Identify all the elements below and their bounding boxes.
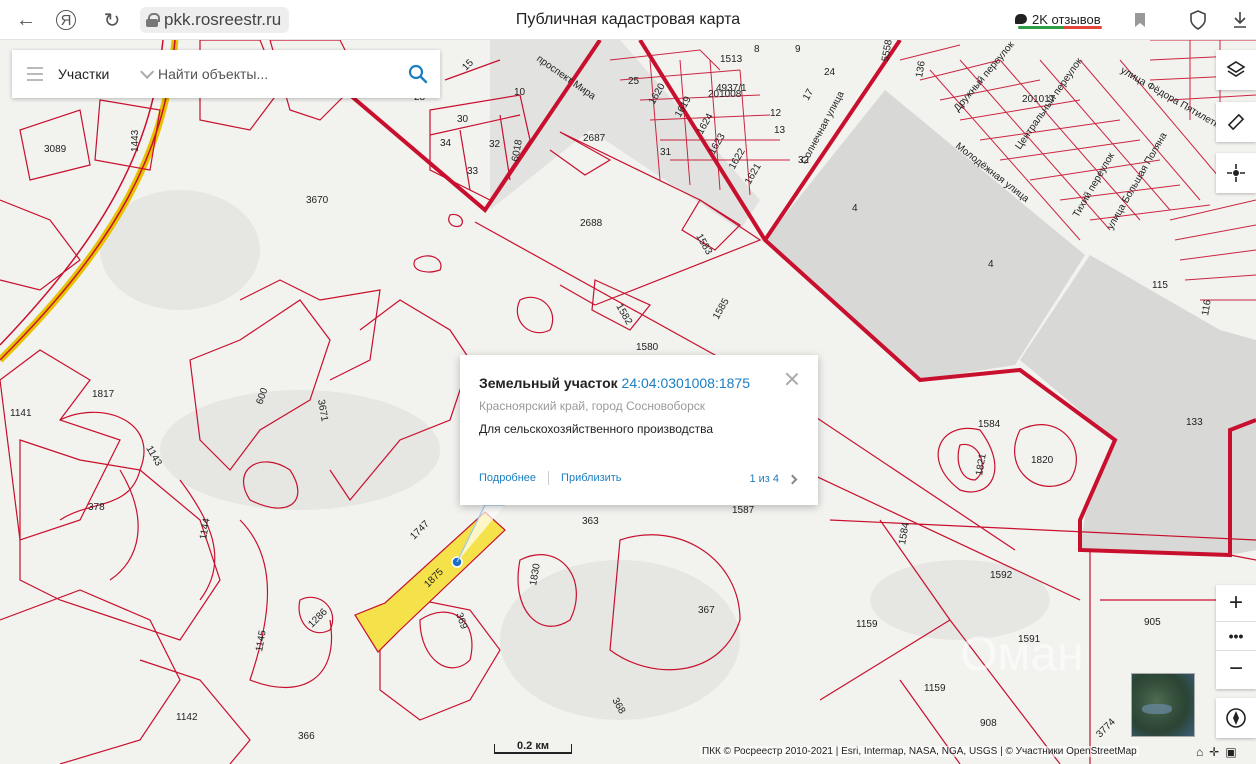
layers-icon [1226,61,1246,77]
measure-button[interactable] [1216,102,1256,142]
svg-text:33: 33 [467,166,479,177]
svg-text:905: 905 [1144,617,1161,628]
svg-text:10: 10 [514,87,526,98]
map-attribution: ПКК © Росреестр 2010-2021 | Esri, Interm… [700,746,1139,757]
basemap-switcher[interactable] [1131,673,1195,737]
svg-text:366: 366 [298,731,315,742]
svg-text:115: 115 [1152,280,1168,291]
locate-button[interactable] [1216,153,1256,193]
search-mode-select[interactable]: Участки [58,66,136,82]
svg-text:367: 367 [698,605,715,616]
svg-text:8: 8 [754,44,760,55]
svg-text:31: 31 [660,147,672,158]
bottom-icons: ⌂ ✛ ▣ [1196,745,1237,759]
center-icon[interactable]: ✛ [1209,745,1219,759]
reviews-label: 2K отзывов [1032,11,1101,27]
svg-text:Оман: Оман [960,628,1084,681]
svg-text:1142: 1142 [176,712,198,723]
svg-text:908: 908 [980,718,997,729]
svg-text:1584: 1584 [978,419,1001,430]
url-text: pkk.rosreestr.ru [164,10,282,29]
scale-bar [494,744,572,754]
zoom-to-link[interactable]: Приблизить [561,472,622,484]
back-icon[interactable]: ← [14,8,38,32]
svg-text:3089: 3089 [44,144,67,155]
compass-button[interactable] [1216,698,1256,738]
lock-icon [146,13,160,27]
svg-text:34: 34 [440,138,452,149]
browser-toolbar: ← Я ↻ pkk.rosreestr.ru Публичная кадастр… [0,0,1256,40]
address-bar[interactable]: pkk.rosreestr.ru [140,7,290,33]
yandex-icon[interactable]: Я [56,10,76,30]
popup-use: Для сельскохозяйственного производства [479,422,714,436]
popup-actions: Подробнее Приблизить [479,471,622,485]
popup-pager: 1 из 4 [749,473,798,485]
popup-type-label: Земельный участок [479,375,618,391]
svg-text:133: 133 [1186,417,1203,428]
svg-text:25: 25 [628,76,640,87]
layers-button[interactable] [1216,50,1256,90]
svg-text:1820: 1820 [1031,455,1054,466]
parcel-popup: Земельный участок 24:04:0301008:1875 Кра… [460,355,818,505]
svg-text:12: 12 [770,108,782,119]
svg-text:1159: 1159 [856,619,878,630]
svg-text:32: 32 [489,139,501,150]
svg-text:3670: 3670 [306,195,329,206]
popup-address: Красноярский край, город Сосновоборск [479,399,706,413]
home-icon[interactable]: ⌂ [1196,745,1203,759]
svg-text:2687: 2687 [583,133,606,144]
more-link[interactable]: Подробнее [479,472,536,484]
reload-icon[interactable]: ↻ [100,8,124,32]
print-icon[interactable]: ▣ [1225,745,1236,759]
svg-text:4: 4 [852,203,858,214]
zoom-in-button[interactable]: + [1216,585,1256,621]
ruler-icon [1227,113,1245,131]
svg-text:201008: 201008 [708,89,742,100]
search-panel: Участки [12,50,440,98]
svg-text:4: 4 [988,259,994,270]
protect-icon[interactable] [1186,8,1210,32]
zoom-out-button[interactable]: − [1216,651,1256,687]
menu-icon[interactable] [12,50,58,98]
crosshair-icon [1227,164,1245,182]
svg-text:1587: 1587 [732,505,755,516]
chevron-down-icon[interactable] [140,64,155,79]
pager-label: 1 из 4 [749,473,779,485]
svg-text:2688: 2688 [580,218,603,229]
close-icon[interactable] [784,371,800,387]
popup-title: Земельный участок 24:04:0301008:1875 [479,375,799,391]
svg-text:30: 30 [457,114,469,125]
search-input[interactable] [158,66,378,82]
zoom-controls: + ••• − [1216,585,1256,689]
comment-icon [1015,14,1027,24]
compass-icon [1226,708,1246,728]
download-icon[interactable] [1228,8,1252,32]
svg-text:378: 378 [88,502,105,513]
svg-text:1592: 1592 [990,570,1013,581]
svg-text:363: 363 [582,516,599,527]
svg-text:1817: 1817 [92,389,115,400]
chevron-right-icon[interactable] [787,474,798,484]
svg-text:1443: 1443 [130,129,141,152]
bookmark-icon[interactable] [1128,8,1152,32]
svg-text:1141: 1141 [10,408,32,419]
svg-text:1580: 1580 [636,342,659,353]
cadastral-number[interactable]: 24:04:0301008:1875 [622,375,750,391]
svg-text:1513: 1513 [720,54,743,65]
svg-text:1159: 1159 [924,683,946,694]
search-icon[interactable] [406,62,430,86]
svg-text:9: 9 [795,44,801,55]
rating-bar [1018,26,1102,29]
svg-text:13: 13 [774,125,786,136]
more-icon[interactable]: ••• [1216,621,1256,651]
svg-text:24: 24 [824,67,836,78]
divider [548,471,550,485]
